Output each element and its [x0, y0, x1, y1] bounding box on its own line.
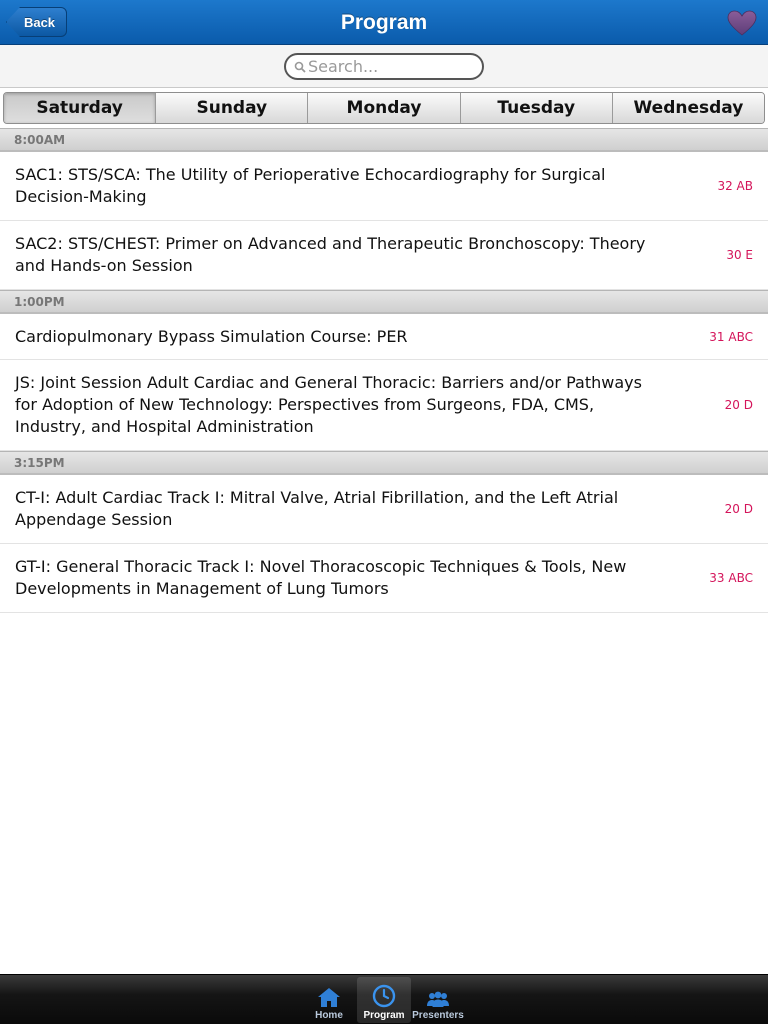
- session-room: 32 AB: [717, 179, 753, 193]
- tab-wednesday[interactable]: Wednesday: [611, 93, 764, 123]
- session-row[interactable]: Cardiopulmonary Bypass Simulation Course…: [0, 314, 768, 360]
- heart-icon[interactable]: [727, 10, 757, 36]
- tab-saturday[interactable]: Saturday: [4, 93, 156, 123]
- section-header: 8:00AM: [0, 128, 768, 152]
- people-icon: [427, 991, 449, 1007]
- session-row[interactable]: SAC2: STS/CHEST: Primer on Advanced and …: [0, 221, 768, 290]
- session-row[interactable]: JS: Joint Session Adult Cardiac and Gene…: [0, 360, 768, 451]
- tabbar-presenters[interactable]: Presenters: [411, 977, 465, 1023]
- tabbar-program-label: Program: [363, 1010, 405, 1021]
- session-list: 8:00AM SAC1: STS/SCA: The Utility of Per…: [0, 128, 768, 613]
- session-title: SAC1: STS/SCA: The Utility of Perioperat…: [15, 165, 606, 206]
- session-title: CT-I: Adult Cardiac Track I: Mitral Valv…: [15, 488, 619, 529]
- bottom-tab-bar: Home Program Presenters: [0, 974, 768, 1024]
- search-input[interactable]: [308, 57, 478, 76]
- navigation-bar: Program Back: [0, 0, 768, 45]
- search-icon: [294, 61, 306, 73]
- session-room: 31 ABC: [709, 329, 753, 344]
- session-title: SAC2: STS/CHEST: Primer on Advanced and …: [15, 234, 646, 275]
- day-segmented-control: Saturday Sunday Monday Tuesday Wednesday: [3, 92, 765, 124]
- session-title: Cardiopulmonary Bypass Simulation Course…: [15, 326, 408, 346]
- tabbar-home-label: Home: [315, 1010, 343, 1021]
- session-room: 30 E: [726, 248, 753, 262]
- session-row[interactable]: CT-I: Adult Cardiac Track I: Mitral Valv…: [0, 475, 768, 544]
- session-title: GT-I: General Thoracic Track I: Novel Th…: [15, 557, 627, 598]
- session-room: 20 D: [724, 502, 753, 516]
- session-row[interactable]: SAC1: STS/SCA: The Utility of Perioperat…: [0, 152, 768, 221]
- search-bar: [0, 45, 768, 88]
- tabbar-program[interactable]: Program: [357, 977, 411, 1023]
- session-room: 20 D: [724, 398, 753, 412]
- clock-icon: [372, 984, 396, 1008]
- search-field[interactable]: [284, 53, 484, 80]
- page-title: Program: [340, 10, 428, 34]
- section-header: 1:00PM: [0, 290, 768, 314]
- tab-sunday[interactable]: Sunday: [155, 93, 308, 123]
- session-title: JS: Joint Session Adult Cardiac and Gene…: [15, 373, 642, 436]
- tab-monday[interactable]: Monday: [307, 93, 460, 123]
- section-header: 3:15PM: [0, 451, 768, 475]
- session-room: 33 ABC: [709, 571, 753, 585]
- home-icon: [318, 988, 340, 1007]
- session-row[interactable]: GT-I: General Thoracic Track I: Novel Th…: [0, 544, 768, 613]
- tabbar-presenters-label: Presenters: [412, 1010, 464, 1021]
- tab-tuesday[interactable]: Tuesday: [459, 93, 612, 123]
- tabbar-home[interactable]: Home: [302, 977, 356, 1023]
